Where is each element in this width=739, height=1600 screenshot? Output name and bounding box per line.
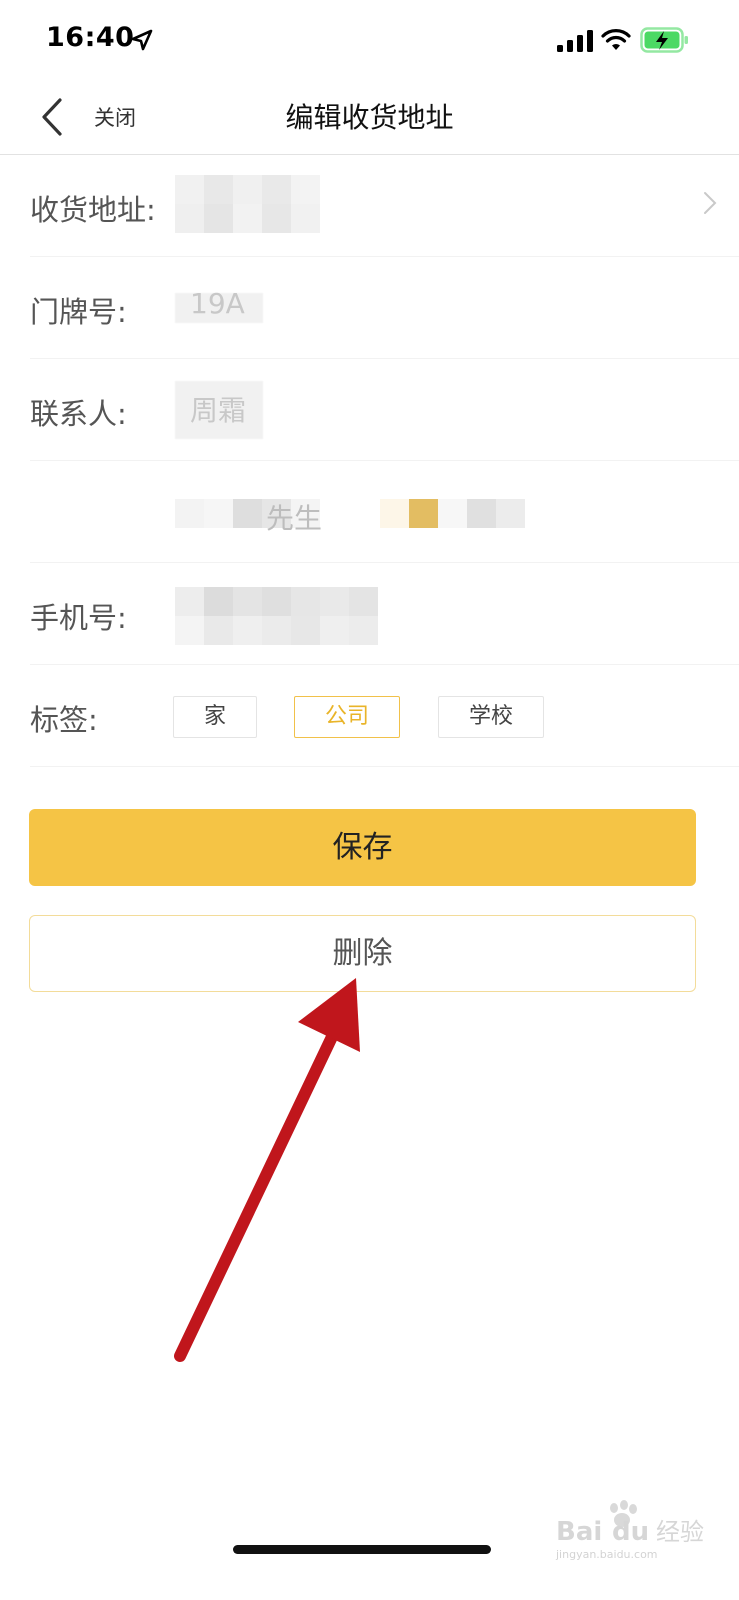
tags-row: 标签: 家 公司 学校: [30, 665, 739, 767]
door-number-input[interactable]: 19A: [190, 287, 245, 320]
annotation-arrow-icon: [174, 978, 360, 1362]
tag-home[interactable]: 家: [173, 696, 257, 738]
location-arrow-icon: [131, 29, 153, 51]
status-time: 16:40: [46, 22, 135, 53]
battery-charging-icon: [640, 27, 688, 53]
cellular-signal-icon: [557, 30, 593, 52]
door-number-row: 门牌号: 19A: [30, 257, 739, 359]
watermark-url: jingyan.baidu.com: [556, 1548, 658, 1561]
tag-company[interactable]: 公司: [294, 696, 400, 738]
nav-bar: 关闭 编辑收货地址: [0, 80, 739, 155]
phone-row: 手机号:: [30, 563, 739, 665]
address-value-redacted: [175, 175, 320, 233]
svg-text:Bai: Bai: [556, 1517, 602, 1547]
gender-option-selected-redacted: [380, 499, 525, 528]
svg-text:du: du: [612, 1517, 649, 1547]
tags-label: 标签:: [30, 703, 98, 737]
svg-text:经验: 经验: [656, 1518, 704, 1546]
tag-school[interactable]: 学校: [438, 696, 544, 738]
status-bar: 16:40: [0, 0, 739, 80]
home-indicator[interactable]: [233, 1545, 491, 1554]
address-label: 收货地址:: [30, 193, 156, 227]
gender-option-text[interactable]: 先生: [266, 497, 322, 537]
page-title: 编辑收货地址: [285, 101, 454, 134]
door-number-label: 门牌号:: [30, 295, 127, 329]
address-form: 收货地址: 门牌号: 19A 联系人: 周霜 先生 手机号: 标签: 家 公司 …: [0, 155, 739, 767]
address-row[interactable]: 收货地址:: [30, 155, 739, 257]
phone-value-redacted[interactable]: [175, 587, 378, 645]
contact-row: 联系人: 周霜: [30, 359, 739, 461]
contact-label: 联系人:: [30, 397, 127, 431]
delete-button[interactable]: 删除: [29, 915, 696, 992]
gender-row: 先生: [30, 461, 739, 563]
phone-label: 手机号:: [30, 601, 127, 635]
chevron-right-icon[interactable]: [703, 191, 717, 215]
contact-input[interactable]: 周霜: [190, 389, 246, 429]
save-button[interactable]: 保存: [29, 809, 696, 886]
wifi-icon: [601, 29, 631, 50]
